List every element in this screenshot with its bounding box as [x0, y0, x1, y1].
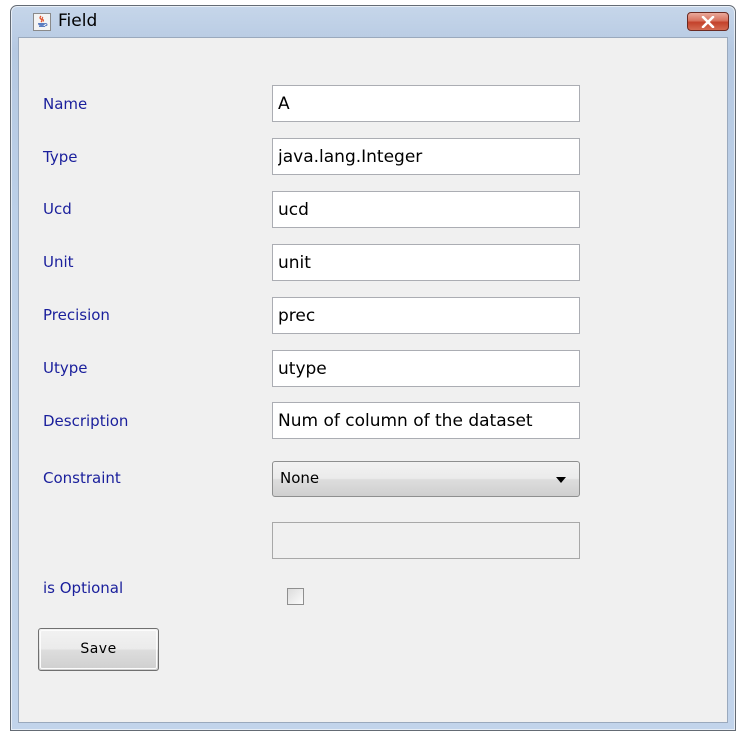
constraint-label: Constraint — [43, 469, 121, 487]
ucd-label: Ucd — [43, 200, 72, 218]
window-title: Field — [58, 11, 98, 31]
name-field[interactable] — [272, 85, 580, 122]
type-field[interactable] — [272, 138, 580, 175]
java-cup-icon — [33, 13, 51, 31]
chevron-down-icon — [556, 477, 566, 483]
constraint-selected: None — [280, 469, 320, 487]
name-label: Name — [43, 95, 88, 113]
ucd-field[interactable] — [272, 191, 580, 228]
title-bar[interactable]: Field — [11, 6, 735, 37]
precision-field[interactable] — [272, 297, 580, 334]
description-label: Description — [43, 412, 129, 430]
optional-checkbox[interactable] — [287, 588, 304, 605]
form-panel: Name Type Ucd Unit Precision Utype Descr… — [18, 37, 728, 723]
utype-field[interactable] — [272, 350, 580, 387]
optional-label: is Optional — [43, 579, 124, 597]
close-button[interactable] — [687, 12, 729, 31]
description-field[interactable] — [272, 402, 580, 439]
save-button[interactable]: Save — [38, 628, 159, 671]
constraint-dropdown[interactable]: None — [272, 461, 580, 497]
unit-field[interactable] — [272, 244, 580, 281]
close-icon — [701, 16, 715, 28]
background-left — [0, 0, 10, 731]
constraint-value-field[interactable] — [272, 522, 580, 559]
type-label: Type — [43, 148, 78, 166]
field-dialog: Field Name Type Ucd Unit Precision Utype… — [10, 5, 736, 731]
unit-label: Unit — [43, 253, 74, 271]
utype-label: Utype — [43, 359, 88, 377]
precision-label: Precision — [43, 306, 110, 324]
save-button-label: Save — [80, 641, 117, 657]
